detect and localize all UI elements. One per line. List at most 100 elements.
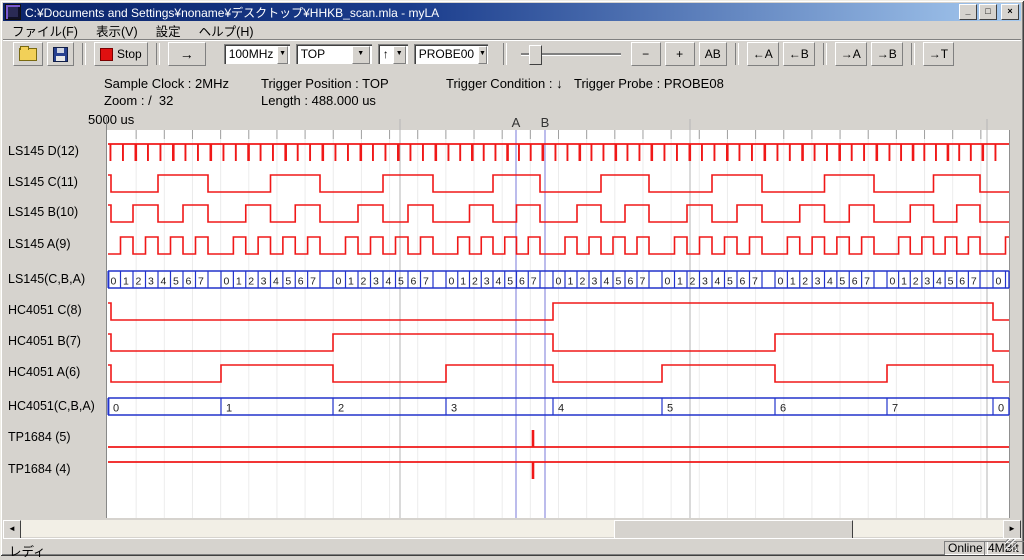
- open-folder-icon: [19, 48, 37, 61]
- svg-text:4: 4: [386, 276, 392, 288]
- online-status-badge: Online: [944, 541, 988, 555]
- title-bar: C:¥Documents and Settings¥noname¥デスクトップ¥…: [3, 3, 1021, 21]
- memory-size-badge: 4MBit: [984, 541, 1024, 555]
- stop-button[interactable]: Stop: [94, 42, 148, 66]
- svg-text:3: 3: [261, 276, 267, 288]
- mylA-window: { "window": { "title": "C:¥Documents and…: [0, 0, 1024, 556]
- svg-text:3: 3: [148, 276, 154, 288]
- zoom-info: Zoom : / 32: [104, 93, 173, 108]
- trigger-condition-info: Trigger Condition : ↓: [446, 76, 563, 91]
- set-cursor-a-button[interactable]: →A: [835, 42, 867, 66]
- zoom-slider[interactable]: [521, 43, 621, 65]
- chevron-down-icon[interactable]: ▼: [393, 46, 406, 64]
- sample-clock-combo[interactable]: 100MHz ▼: [224, 44, 290, 64]
- minimize-button[interactable]: _: [959, 4, 977, 20]
- svg-text:2: 2: [802, 276, 808, 288]
- svg-text:3: 3: [373, 276, 379, 288]
- svg-text:0: 0: [778, 276, 784, 288]
- trigger-edge-combo[interactable]: ↑ ▼: [378, 44, 408, 64]
- resize-grip[interactable]: [1005, 539, 1017, 551]
- svg-text:6: 6: [628, 276, 634, 288]
- svg-text:2: 2: [338, 403, 344, 415]
- svg-text:7: 7: [640, 276, 646, 288]
- svg-text:0: 0: [449, 276, 455, 288]
- svg-text:1: 1: [677, 276, 683, 288]
- scrollbar-thumb[interactable]: [614, 520, 853, 539]
- svg-text:3: 3: [592, 276, 598, 288]
- svg-text:2: 2: [136, 276, 142, 288]
- zoom-out-button[interactable]: −: [631, 42, 661, 66]
- waveform-plot[interactable]: AB01234567012345670123456701234567012345…: [0, 112, 1024, 519]
- set-cursor-b-button[interactable]: →B: [871, 42, 903, 66]
- chevron-down-icon[interactable]: ▼: [277, 46, 287, 64]
- chevron-down-icon[interactable]: ▼: [478, 46, 487, 64]
- status-message: レディ: [9, 541, 46, 560]
- trigger-position-combo[interactable]: TOP ▼: [296, 44, 372, 64]
- svg-text:0: 0: [996, 276, 1002, 288]
- open-file-button[interactable]: [13, 42, 43, 66]
- menu-view[interactable]: 表示(V): [87, 21, 147, 40]
- svg-text:4: 4: [604, 276, 610, 288]
- svg-text:5: 5: [398, 276, 404, 288]
- svg-text:0: 0: [998, 403, 1004, 415]
- svg-text:4: 4: [936, 276, 942, 288]
- svg-text:1: 1: [348, 276, 354, 288]
- svg-text:1: 1: [568, 276, 574, 288]
- svg-text:4: 4: [715, 276, 721, 288]
- svg-text:5: 5: [285, 276, 291, 288]
- svg-text:6: 6: [411, 276, 417, 288]
- svg-text:6: 6: [519, 276, 525, 288]
- svg-text:2: 2: [580, 276, 586, 288]
- save-floppy-icon: [53, 47, 68, 62]
- svg-text:5: 5: [507, 276, 513, 288]
- scroll-left-arrow-icon[interactable]: ◄: [3, 520, 21, 539]
- svg-text:7: 7: [864, 276, 870, 288]
- svg-text:0: 0: [556, 276, 562, 288]
- svg-text:1: 1: [226, 403, 232, 415]
- svg-text:6: 6: [740, 276, 746, 288]
- svg-text:3: 3: [815, 276, 821, 288]
- svg-text:3: 3: [702, 276, 708, 288]
- svg-text:2: 2: [361, 276, 367, 288]
- svg-text:1: 1: [123, 276, 129, 288]
- svg-text:5: 5: [948, 276, 954, 288]
- trigger-probe-combo[interactable]: PROBE00 ▼: [414, 44, 488, 64]
- goto-cursor-a-button[interactable]: ←A: [747, 42, 779, 66]
- horizontal-scrollbar[interactable]: ◄ ►: [3, 520, 1021, 537]
- svg-text:6: 6: [298, 276, 304, 288]
- svg-text:1: 1: [236, 276, 242, 288]
- slider-thumb[interactable]: [529, 45, 542, 65]
- svg-text:0: 0: [224, 276, 230, 288]
- svg-text:5: 5: [616, 276, 622, 288]
- goto-cursor-b-button[interactable]: ←B: [783, 42, 815, 66]
- svg-text:7: 7: [531, 276, 537, 288]
- zoom-ab-button[interactable]: AB: [699, 42, 727, 66]
- window-title: C:¥Documents and Settings¥noname¥デスクトップ¥…: [25, 4, 955, 21]
- menu-settings[interactable]: 設定: [147, 21, 190, 40]
- svg-text:5: 5: [727, 276, 733, 288]
- svg-text:7: 7: [892, 403, 898, 415]
- chevron-down-icon[interactable]: ▼: [352, 46, 370, 64]
- svg-text:0: 0: [336, 276, 342, 288]
- goto-trigger-button[interactable]: →T: [923, 42, 954, 66]
- close-button[interactable]: ×: [1001, 4, 1019, 20]
- svg-text:4: 4: [273, 276, 279, 288]
- menu-file[interactable]: ファイル(F): [3, 21, 87, 40]
- svg-text:0: 0: [111, 276, 117, 288]
- svg-text:5: 5: [667, 403, 673, 415]
- single-step-button[interactable]: →: [168, 42, 206, 66]
- maximize-button[interactable]: □: [979, 4, 997, 20]
- save-file-button[interactable]: [47, 42, 74, 66]
- zoom-in-button[interactable]: +: [665, 42, 695, 66]
- cursor-b-label: B: [541, 115, 550, 130]
- scroll-right-arrow-icon[interactable]: ►: [1003, 520, 1021, 539]
- svg-text:5: 5: [839, 276, 845, 288]
- svg-text:0: 0: [113, 403, 119, 415]
- svg-text:1: 1: [790, 276, 796, 288]
- menu-help[interactable]: ヘルプ(H): [190, 21, 263, 40]
- svg-text:2: 2: [472, 276, 478, 288]
- svg-text:0: 0: [890, 276, 896, 288]
- length-info: Length : 488.000 us: [261, 93, 376, 108]
- svg-text:3: 3: [924, 276, 930, 288]
- svg-text:6: 6: [780, 403, 786, 415]
